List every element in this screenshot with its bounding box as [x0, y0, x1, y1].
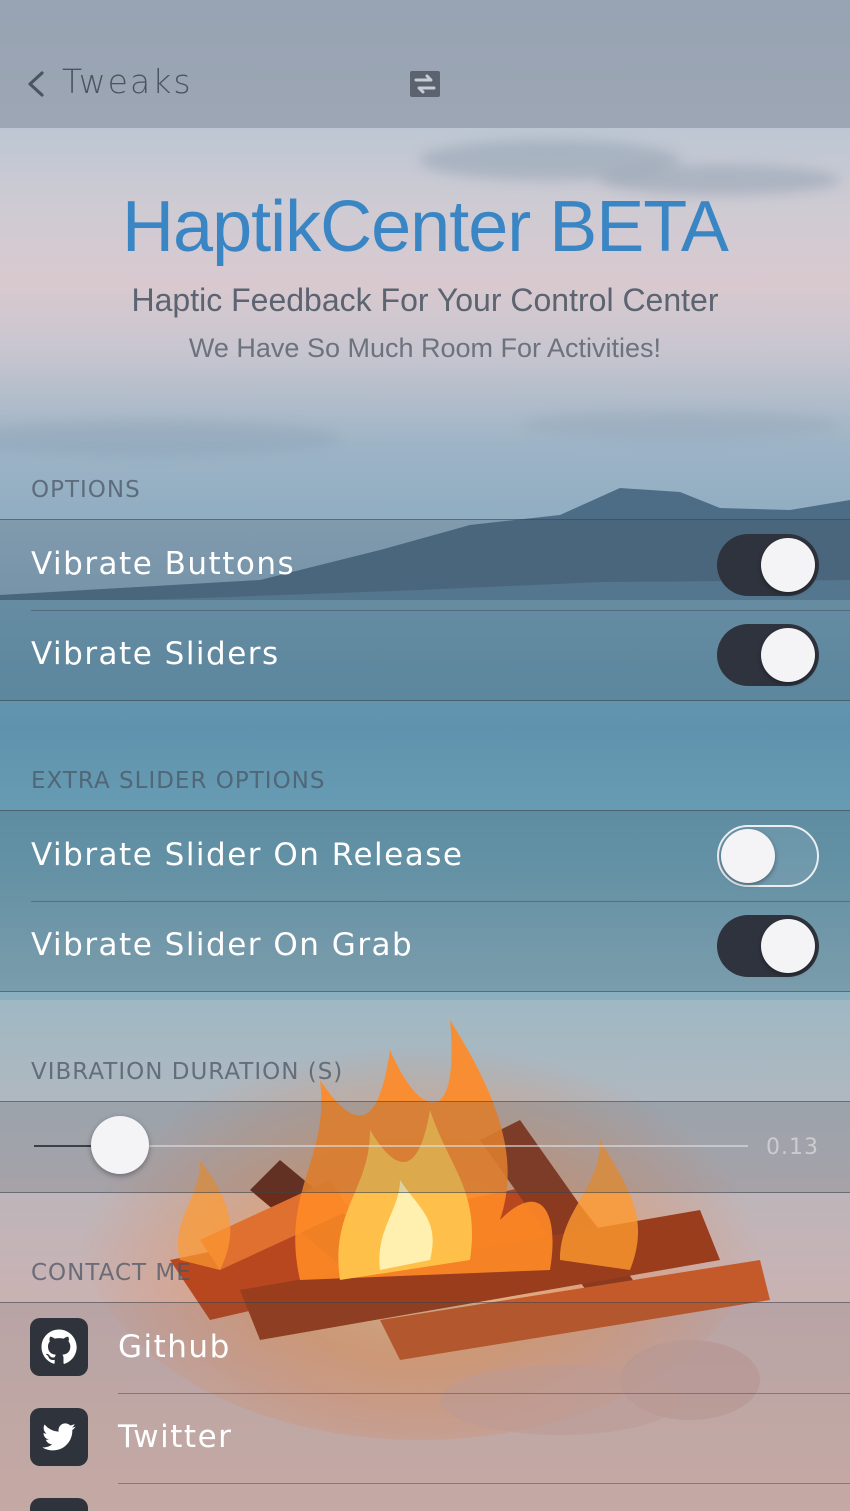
- vibrate-buttons-switch[interactable]: [717, 534, 819, 596]
- app-title: HaptikCenter BETA: [122, 187, 729, 267]
- vibrate-slider-on-grab-label: Vibrate Slider On Grab: [31, 927, 414, 963]
- vibration-duration-row: 0.13: [0, 1102, 850, 1192]
- github-label: Github: [118, 1329, 231, 1365]
- navigation-bar: Tweaks: [0, 0, 850, 128]
- vibrate-slider-on-release-switch[interactable]: [717, 825, 819, 887]
- vibrate-slider-on-grab-row: Vibrate Slider On Grab: [0, 901, 850, 991]
- vibrate-slider-on-release-row: Vibrate Slider On Release: [0, 811, 850, 901]
- vibrate-buttons-row: Vibrate Buttons: [0, 520, 850, 610]
- section-header-vibration-duration: VIBRATION DURATION (S): [31, 1059, 344, 1085]
- back-button[interactable]: Tweaks: [62, 62, 193, 101]
- chevron-left-icon[interactable]: [24, 70, 46, 98]
- switch-knob: [761, 628, 815, 682]
- duration-value: 0.13: [766, 1135, 819, 1160]
- vibrate-sliders-label: Vibrate Sliders: [31, 636, 280, 672]
- contact-twitter-row[interactable]: Twitter: [0, 1393, 850, 1483]
- vibrate-buttons-label: Vibrate Buttons: [31, 546, 296, 582]
- refresh-icon[interactable]: [409, 70, 441, 98]
- paypal-icon: [30, 1498, 88, 1511]
- app-subtitle: Haptic Feedback For Your Control Center: [131, 282, 719, 318]
- vibrate-sliders-switch[interactable]: [717, 624, 819, 686]
- contact-github-row[interactable]: Github: [0, 1303, 850, 1393]
- extra-slider-options-group: Vibrate Slider On Release Vibrate Slider…: [0, 810, 850, 992]
- vibrate-slider-on-grab-switch[interactable]: [717, 915, 819, 977]
- github-icon: [30, 1318, 88, 1376]
- vibrate-sliders-row: Vibrate Sliders: [0, 610, 850, 700]
- twitter-label: Twitter: [118, 1419, 233, 1455]
- vibrate-slider-on-release-label: Vibrate Slider On Release: [31, 837, 464, 873]
- contact-next-row[interactable]: [0, 1483, 850, 1511]
- section-header-extra-slider-options: EXTRA SLIDER OPTIONS: [31, 768, 326, 794]
- switch-knob: [761, 919, 815, 973]
- app-tagline: We Have So Much Room For Activities!: [188, 333, 662, 363]
- contact-group: Github Twitter: [0, 1302, 850, 1511]
- duration-slider-thumb[interactable]: [90, 1116, 149, 1174]
- options-group: Vibrate Buttons Vibrate Sliders: [0, 519, 850, 701]
- vibration-duration-group: 0.13: [0, 1101, 850, 1193]
- section-header-contact-me: CONTACT ME: [31, 1260, 192, 1286]
- twitter-icon: [30, 1408, 88, 1466]
- switch-knob: [721, 829, 775, 883]
- switch-knob: [761, 538, 815, 592]
- section-header-options: OPTIONS: [31, 477, 141, 503]
